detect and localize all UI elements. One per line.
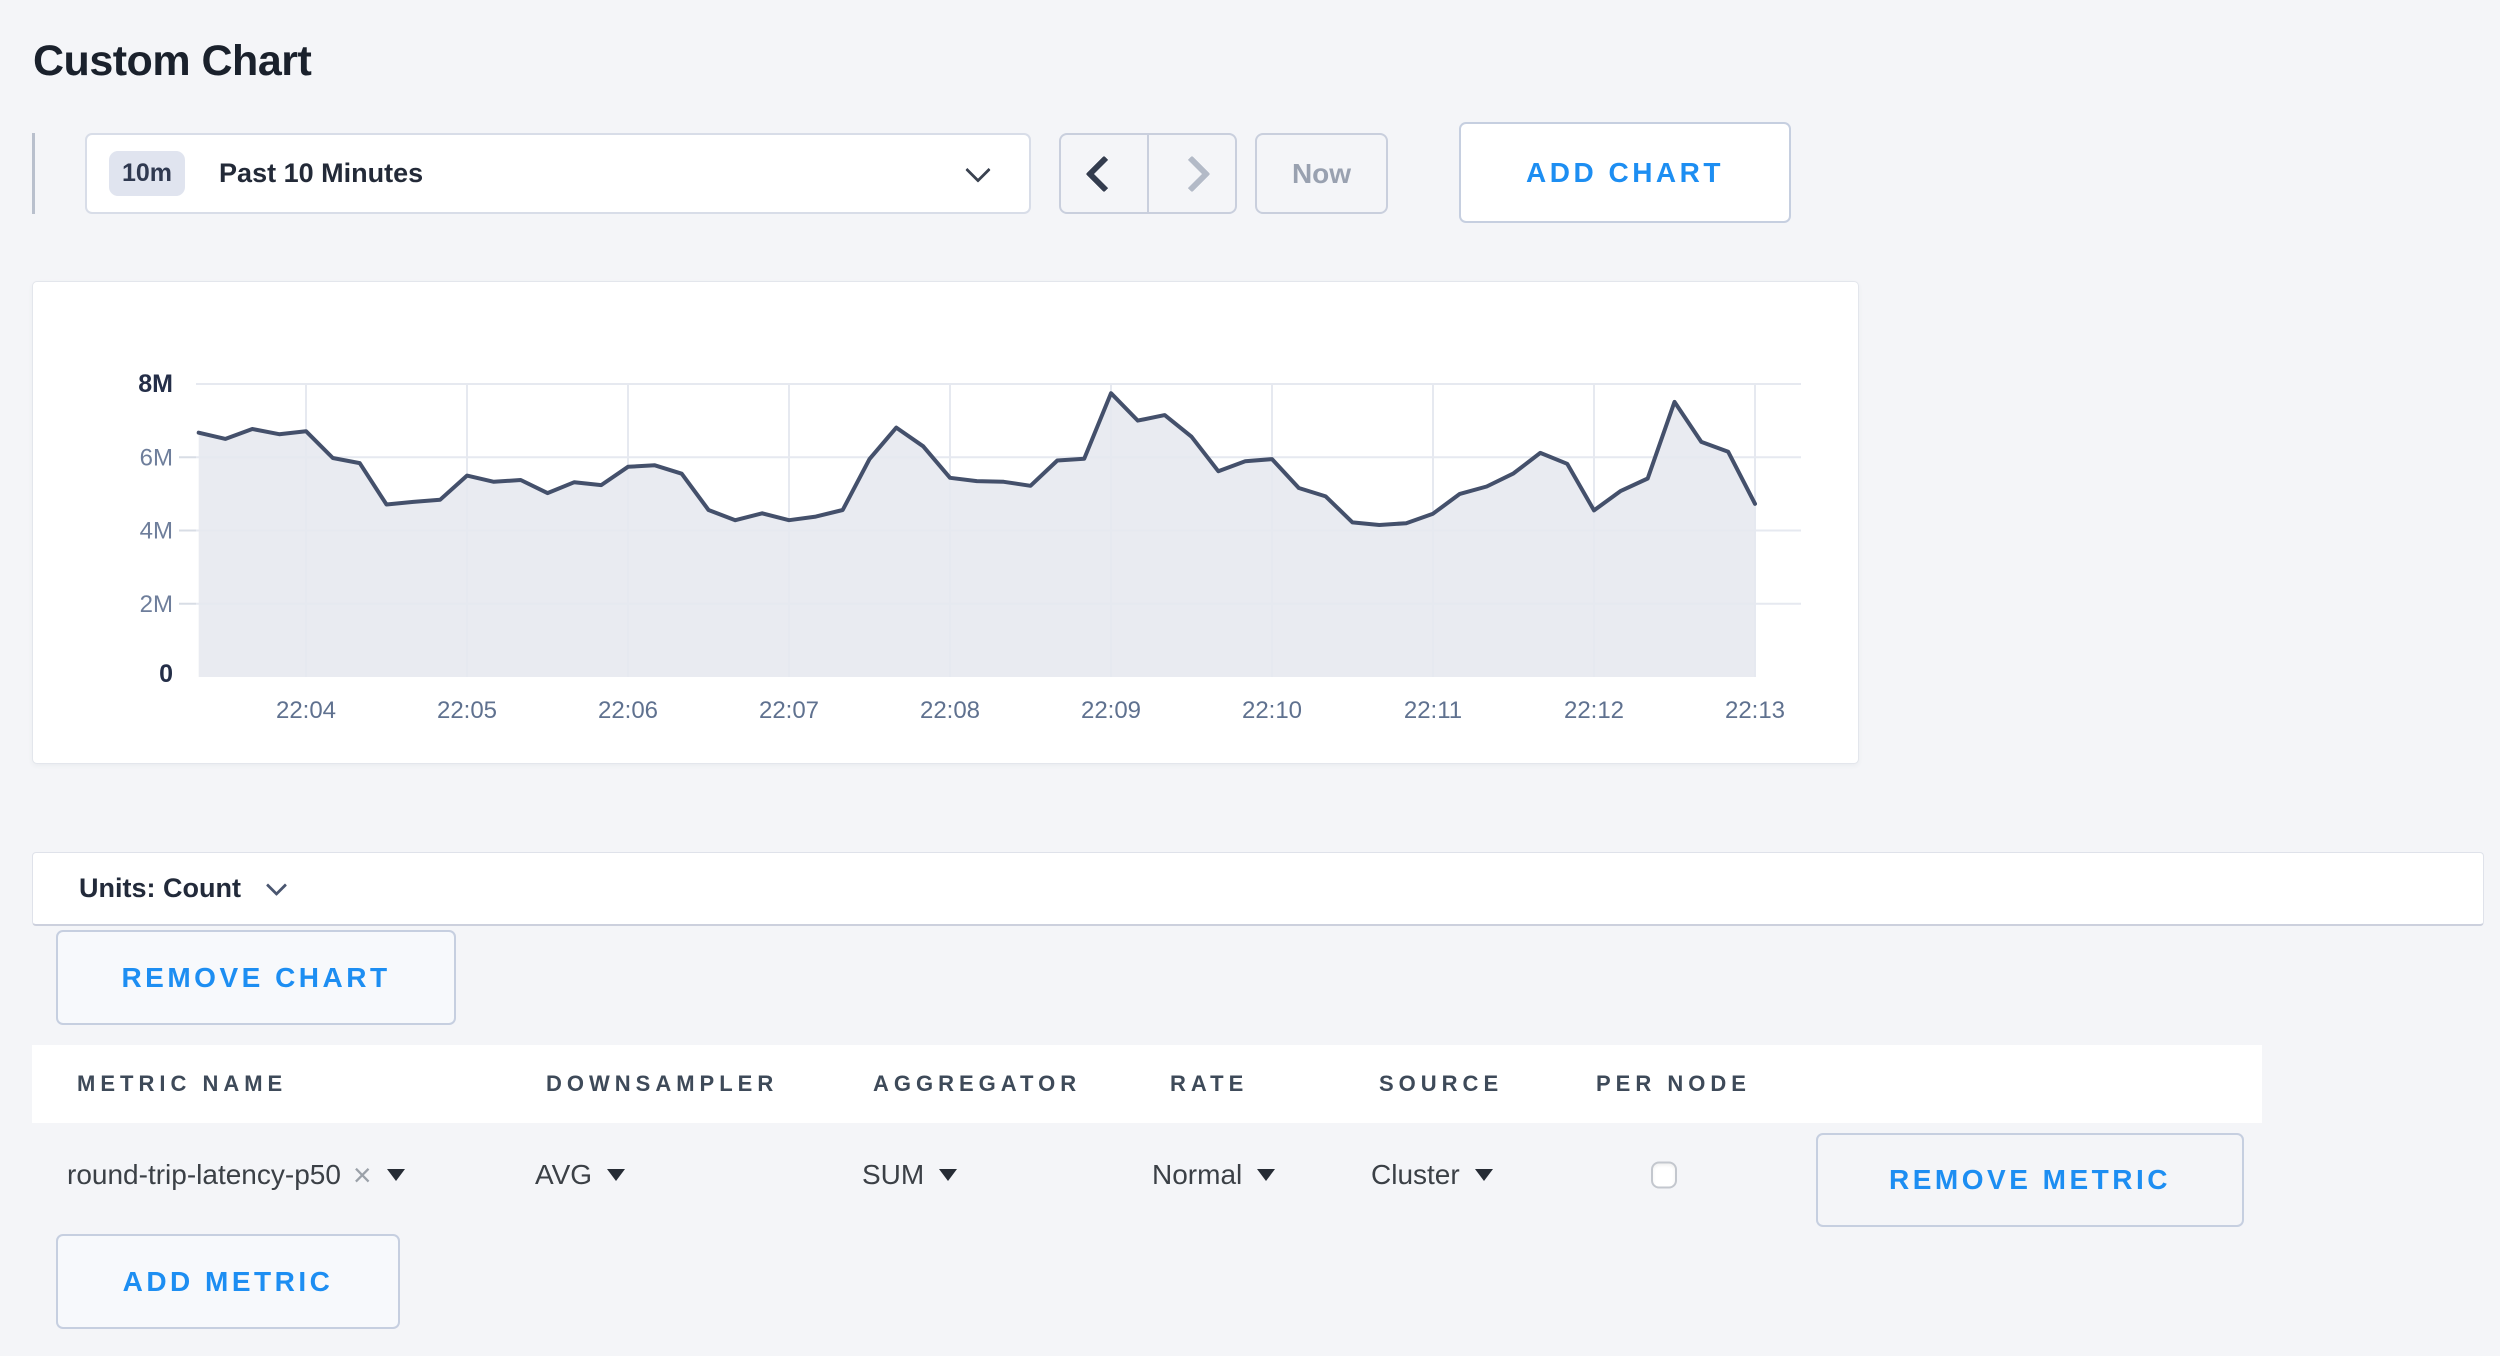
source-dropdown[interactable]: Cluster [1371, 1159, 1493, 1191]
metric-name-value: round-trip-latency-p50 [67, 1159, 341, 1191]
add-metric-button[interactable]: ADD METRIC [56, 1234, 400, 1329]
units-label: Units: Count [79, 873, 241, 904]
column-header-rate: RATE [1170, 1071, 1248, 1097]
source-value: Cluster [1371, 1159, 1460, 1191]
time-window-divider [32, 133, 35, 214]
time-range-label: Past 10 Minutes [219, 158, 423, 189]
svg-text:22:08: 22:08 [920, 697, 980, 724]
chevron-down-icon [266, 875, 287, 896]
caret-down-icon [1257, 1169, 1275, 1181]
downsampler-dropdown[interactable]: AVG [535, 1159, 625, 1191]
svg-text:22:06: 22:06 [598, 697, 658, 724]
now-button[interactable]: Now [1255, 133, 1388, 214]
chevron-right-icon [1174, 155, 1211, 192]
metric-name-dropdown[interactable]: round-trip-latency-p50 × [67, 1159, 405, 1191]
svg-text:4M: 4M [140, 518, 173, 545]
metrics-table-header: METRIC NAME DOWNSAMPLER AGGREGATOR RATE … [32, 1045, 2262, 1123]
caret-down-icon [607, 1169, 625, 1181]
units-selector[interactable]: Units: Count [32, 852, 2484, 926]
next-time-button[interactable] [1149, 135, 1235, 212]
aggregator-dropdown[interactable]: SUM [862, 1159, 957, 1191]
caret-down-icon [387, 1169, 405, 1181]
rate-value: Normal [1152, 1159, 1242, 1191]
per-node-checkbox[interactable] [1651, 1161, 1677, 1188]
time-range-badge: 10m [109, 151, 185, 196]
time-nav-group [1059, 133, 1237, 214]
remove-metric-button[interactable]: REMOVE METRIC [1816, 1133, 2244, 1227]
aggregator-value: SUM [862, 1159, 924, 1191]
svg-text:8M: 8M [138, 370, 173, 398]
svg-text:22:04: 22:04 [276, 697, 336, 724]
svg-text:22:13: 22:13 [1725, 697, 1785, 724]
metric-row: round-trip-latency-p50 × AVG SUM Normal … [32, 1123, 2468, 1226]
svg-text:0: 0 [159, 660, 173, 688]
clear-metric-icon[interactable]: × [353, 1159, 372, 1191]
add-chart-button[interactable]: ADD CHART [1459, 122, 1791, 223]
column-header-per-node: PER NODE [1596, 1071, 1751, 1097]
time-range-selector[interactable]: 10m Past 10 Minutes [85, 133, 1031, 214]
caret-down-icon [1475, 1169, 1493, 1181]
page-title: Custom Chart [33, 37, 311, 86]
svg-text:22:09: 22:09 [1081, 697, 1141, 724]
svg-text:22:11: 22:11 [1404, 697, 1462, 724]
prev-time-button[interactable] [1061, 135, 1149, 212]
column-header-metric-name: METRIC NAME [77, 1071, 287, 1097]
remove-chart-button[interactable]: REMOVE CHART [56, 930, 456, 1025]
column-header-source: SOURCE [1379, 1071, 1503, 1097]
caret-down-icon [939, 1169, 957, 1181]
chevron-down-icon [965, 157, 990, 182]
svg-text:2M: 2M [140, 591, 173, 618]
svg-text:22:07: 22:07 [759, 697, 819, 724]
column-header-downsampler: DOWNSAMPLER [546, 1071, 778, 1097]
svg-text:22:10: 22:10 [1242, 697, 1302, 724]
column-header-aggregator: AGGREGATOR [873, 1071, 1081, 1097]
chevron-left-icon [1086, 155, 1123, 192]
rate-dropdown[interactable]: Normal [1152, 1159, 1275, 1191]
metric-area-chart: 22:04 22:05 22:06 22:07 22:08 22:09 22:10 22:11… [33, 282, 1858, 763]
svg-text:6M: 6M [140, 444, 173, 471]
chart-card: 22:04 22:05 22:06 22:07 22:08 22:09 22:10 22:11… [32, 281, 1859, 764]
svg-text:22:12: 22:12 [1564, 697, 1624, 724]
downsampler-value: AVG [535, 1159, 592, 1191]
svg-text:22:05: 22:05 [437, 697, 497, 724]
